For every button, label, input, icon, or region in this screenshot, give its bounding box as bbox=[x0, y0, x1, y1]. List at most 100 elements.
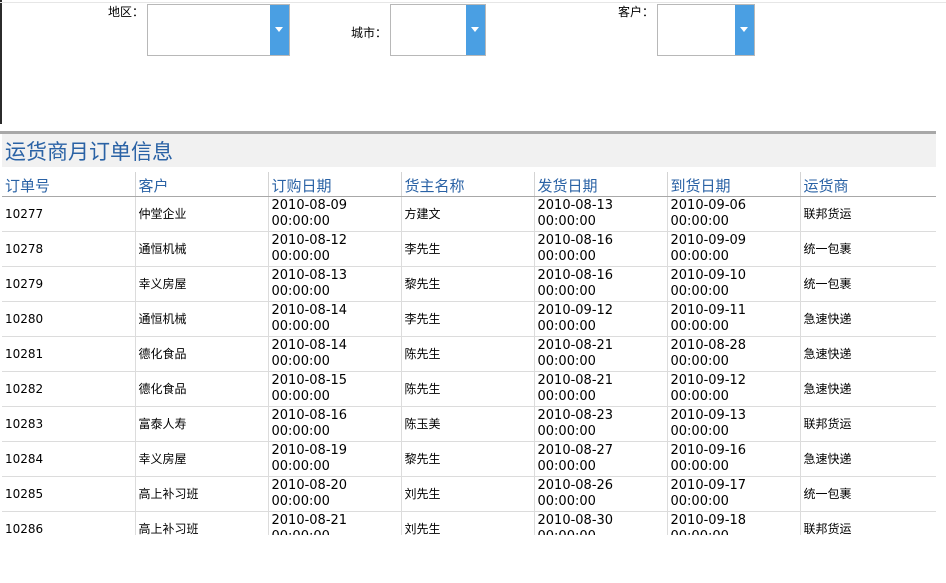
region-combo[interactable] bbox=[147, 4, 290, 56]
cell-arrive-date-date: 2010-08-28 bbox=[670, 338, 747, 353]
cell-order-id: 10284 bbox=[2, 441, 135, 477]
cell-ship-date-date: 2010-08-27 bbox=[537, 443, 614, 458]
cell-shipper: 联邦货运 bbox=[799, 406, 936, 442]
cell-order-date-time: 00:00:00 bbox=[271, 319, 330, 334]
chevron-down-icon bbox=[740, 27, 748, 32]
cell-arrive-date-date: 2010-09-06 bbox=[670, 198, 747, 213]
cell-customer: 德化食品 bbox=[134, 371, 268, 407]
column-header-arrive-date[interactable]: 到货日期 bbox=[666, 172, 800, 197]
city-dropdown-button[interactable] bbox=[466, 5, 485, 55]
cell-order-id: 10285 bbox=[2, 476, 135, 512]
cell-ship-date-time: 00:00:00 bbox=[537, 249, 596, 264]
cell-order-date: 2010-08-2100:00:00 bbox=[267, 511, 401, 535]
cell-arrive-date-time: 00:00:00 bbox=[670, 494, 729, 509]
cell-arrive-date-time: 00:00:00 bbox=[670, 424, 729, 439]
table-row[interactable]: 10283 富泰人寿 2010-08-16 00:00:00 陈玉美 2010-08-23… bbox=[2, 406, 936, 442]
cell-arrive-date-time: 00:00:00 bbox=[670, 319, 729, 334]
cell-ship-date-date: 2010-08-13 bbox=[537, 198, 614, 213]
cell-consignee: 刘先生 bbox=[400, 476, 534, 512]
customer-filter-label: 客户： bbox=[618, 5, 655, 19]
cell-arrive-date: 2010-09-12 00:00:00 bbox=[666, 371, 800, 407]
cell-consignee: 陈先生 bbox=[400, 371, 534, 407]
cell-shipper: 统一包裹 bbox=[799, 266, 936, 302]
table-row[interactable]: 10281 德化食品 2010-08-14 00:00:00 陈先生 2010-08-21… bbox=[2, 336, 936, 372]
cell-arrive-date: 2010-09-13 00:00:00 bbox=[666, 406, 800, 442]
cell-arrive-date: 2010-08-28 00:00:00 bbox=[666, 336, 800, 372]
cell-ship-date-time: 00:00:00 bbox=[537, 424, 596, 439]
cell-ship-date: 2010-08-21 00:00:00 bbox=[533, 336, 667, 372]
cell-order-date-date: 2010-08-19 bbox=[271, 443, 348, 458]
city-filter-label: 城市： bbox=[351, 26, 388, 40]
column-header-customer[interactable]: 客户 bbox=[134, 172, 268, 197]
table-row[interactable]: 10278 通恒机械 2010-08-12 00:00:00 李先生 2010-08-16… bbox=[2, 231, 936, 267]
cell-order-date-date: 2010-08-09 bbox=[271, 198, 348, 213]
cell-order-id: 10286 bbox=[2, 511, 135, 535]
table-row[interactable]: 10279 幸义房屋 2010-08-13 00:00:00 黎先生 2010-08-16… bbox=[2, 266, 936, 302]
cell-ship-date-date: 2010-08-16 bbox=[537, 233, 614, 248]
table-header-row: 订单号 客户 订购日期 货主名称 发货日期 到货日期 运货商 bbox=[2, 172, 936, 197]
cell-ship-date-time: 00:00:00 bbox=[537, 389, 596, 404]
cell-order-date: 2010-08-14 00:00:00 bbox=[267, 336, 401, 372]
cell-ship-date-date: 2010-08-16 bbox=[537, 268, 614, 283]
cell-ship-date: 2010-08-16 00:00:00 bbox=[533, 266, 667, 302]
cell-shipper: 统一包裹 bbox=[799, 476, 936, 512]
orders-grid[interactable]: 订单号 客户 订购日期 货主名称 发货日期 到货日期 运货商 10277 仲堂企业… bbox=[2, 172, 936, 535]
column-header-consignee[interactable]: 货主名称 bbox=[400, 172, 534, 197]
table-row[interactable]: 10286高上补习班2010-08-2100:00:00刘先生2010-08-3… bbox=[2, 511, 936, 535]
column-header-shipper[interactable]: 运货商 bbox=[799, 172, 936, 197]
cell-ship-date: 2010-08-21 00:00:00 bbox=[533, 371, 667, 407]
cell-arrive-date-time: 00:00:00 bbox=[670, 354, 729, 369]
region-dropdown-button[interactable] bbox=[270, 5, 289, 55]
cell-shipper: 急速快递 bbox=[799, 441, 936, 477]
cell-order-date-date: 2010-08-16 bbox=[271, 408, 348, 423]
cell-arrive-date: 2010-09-16 00:00:00 bbox=[666, 441, 800, 477]
cell-arrive-date-date: 2010-09-11 bbox=[670, 303, 747, 318]
cell-arrive-date-time: 00:00:00 bbox=[671, 529, 800, 535]
column-header-ship-date[interactable]: 发货日期 bbox=[533, 172, 667, 197]
top-divider bbox=[0, 2, 946, 3]
cell-arrive-date-date: 2010-09-16 bbox=[670, 443, 747, 458]
customer-combo[interactable] bbox=[657, 4, 755, 56]
cell-ship-date: 2010-09-12 00:00:00 bbox=[533, 301, 667, 337]
cell-arrive-date-date: 2010-09-13 bbox=[670, 408, 747, 423]
cell-shipper: 联邦货运 bbox=[799, 511, 936, 535]
cell-consignee: 李先生 bbox=[400, 301, 534, 337]
table-row[interactable]: 10282 德化食品 2010-08-15 00:00:00 陈先生 2010-08-21… bbox=[2, 371, 936, 407]
cell-order-date-date: 2010-08-12 bbox=[271, 233, 348, 248]
cell-ship-date: 2010-08-16 00:00:00 bbox=[533, 231, 667, 267]
cell-order-date-date: 2010-08-13 bbox=[271, 268, 348, 283]
cell-order-date-date: 2010-08-15 bbox=[271, 373, 348, 388]
cell-order-date-time: 00:00:00 bbox=[271, 354, 330, 369]
customer-dropdown-button[interactable] bbox=[735, 5, 754, 55]
cell-ship-date-date: 2010-08-26 bbox=[537, 478, 614, 493]
cell-customer: 通恒机械 bbox=[134, 231, 268, 267]
table-row[interactable]: 10280 通恒机械 2010-08-14 00:00:00 李先生 2010-09-12… bbox=[2, 301, 936, 337]
cell-arrive-date-time: 00:00:00 bbox=[670, 284, 729, 299]
table-row[interactable]: 10284 幸义房屋 2010-08-19 00:00:00 黎先生 2010-08-27… bbox=[2, 441, 936, 477]
cell-consignee: 陈玉美 bbox=[400, 406, 534, 442]
cell-order-date: 2010-08-14 00:00:00 bbox=[267, 301, 401, 337]
cell-ship-date-time: 00:00:00 bbox=[537, 284, 596, 299]
cell-arrive-date-time: 00:00:00 bbox=[670, 214, 729, 229]
cell-ship-date-time: 00:00:00 bbox=[537, 459, 596, 474]
cell-order-id: 10282 bbox=[2, 371, 135, 407]
city-combo[interactable] bbox=[390, 4, 486, 56]
cell-ship-date-time: 00:00:00 bbox=[537, 214, 596, 229]
column-header-order-date[interactable]: 订购日期 bbox=[267, 172, 401, 197]
cell-shipper: 急速快递 bbox=[799, 336, 936, 372]
cell-shipper: 急速快递 bbox=[799, 371, 936, 407]
cell-order-date: 2010-08-12 00:00:00 bbox=[267, 231, 401, 267]
window-left-edge bbox=[0, 0, 2, 124]
cell-order-date-time: 00:00:00 bbox=[271, 284, 330, 299]
cell-ship-date-date: 2010-09-12 bbox=[537, 303, 614, 318]
cell-customer: 德化食品 bbox=[134, 336, 268, 372]
cell-order-date-date: 2010-08-14 bbox=[271, 338, 348, 353]
cell-ship-date-date: 2010-08-23 bbox=[537, 408, 614, 423]
table-row[interactable]: 10277 仲堂企业 2010-08-09 00:00:00 方建文 2010-08-13… bbox=[2, 196, 936, 232]
orders-table: 订单号 客户 订购日期 货主名称 发货日期 到货日期 运货商 10277 仲堂企业… bbox=[2, 172, 936, 535]
table-row[interactable]: 10285 高上补习班 2010-08-20 00:00:00 刘先生 2010-08-2… bbox=[2, 476, 936, 512]
cell-order-date-time: 00:00:00 bbox=[271, 389, 330, 404]
cell-ship-date-time: 00:00:00 bbox=[537, 494, 596, 509]
column-header-order-id[interactable]: 订单号 bbox=[2, 172, 135, 197]
cell-order-date: 2010-08-19 00:00:00 bbox=[267, 441, 401, 477]
